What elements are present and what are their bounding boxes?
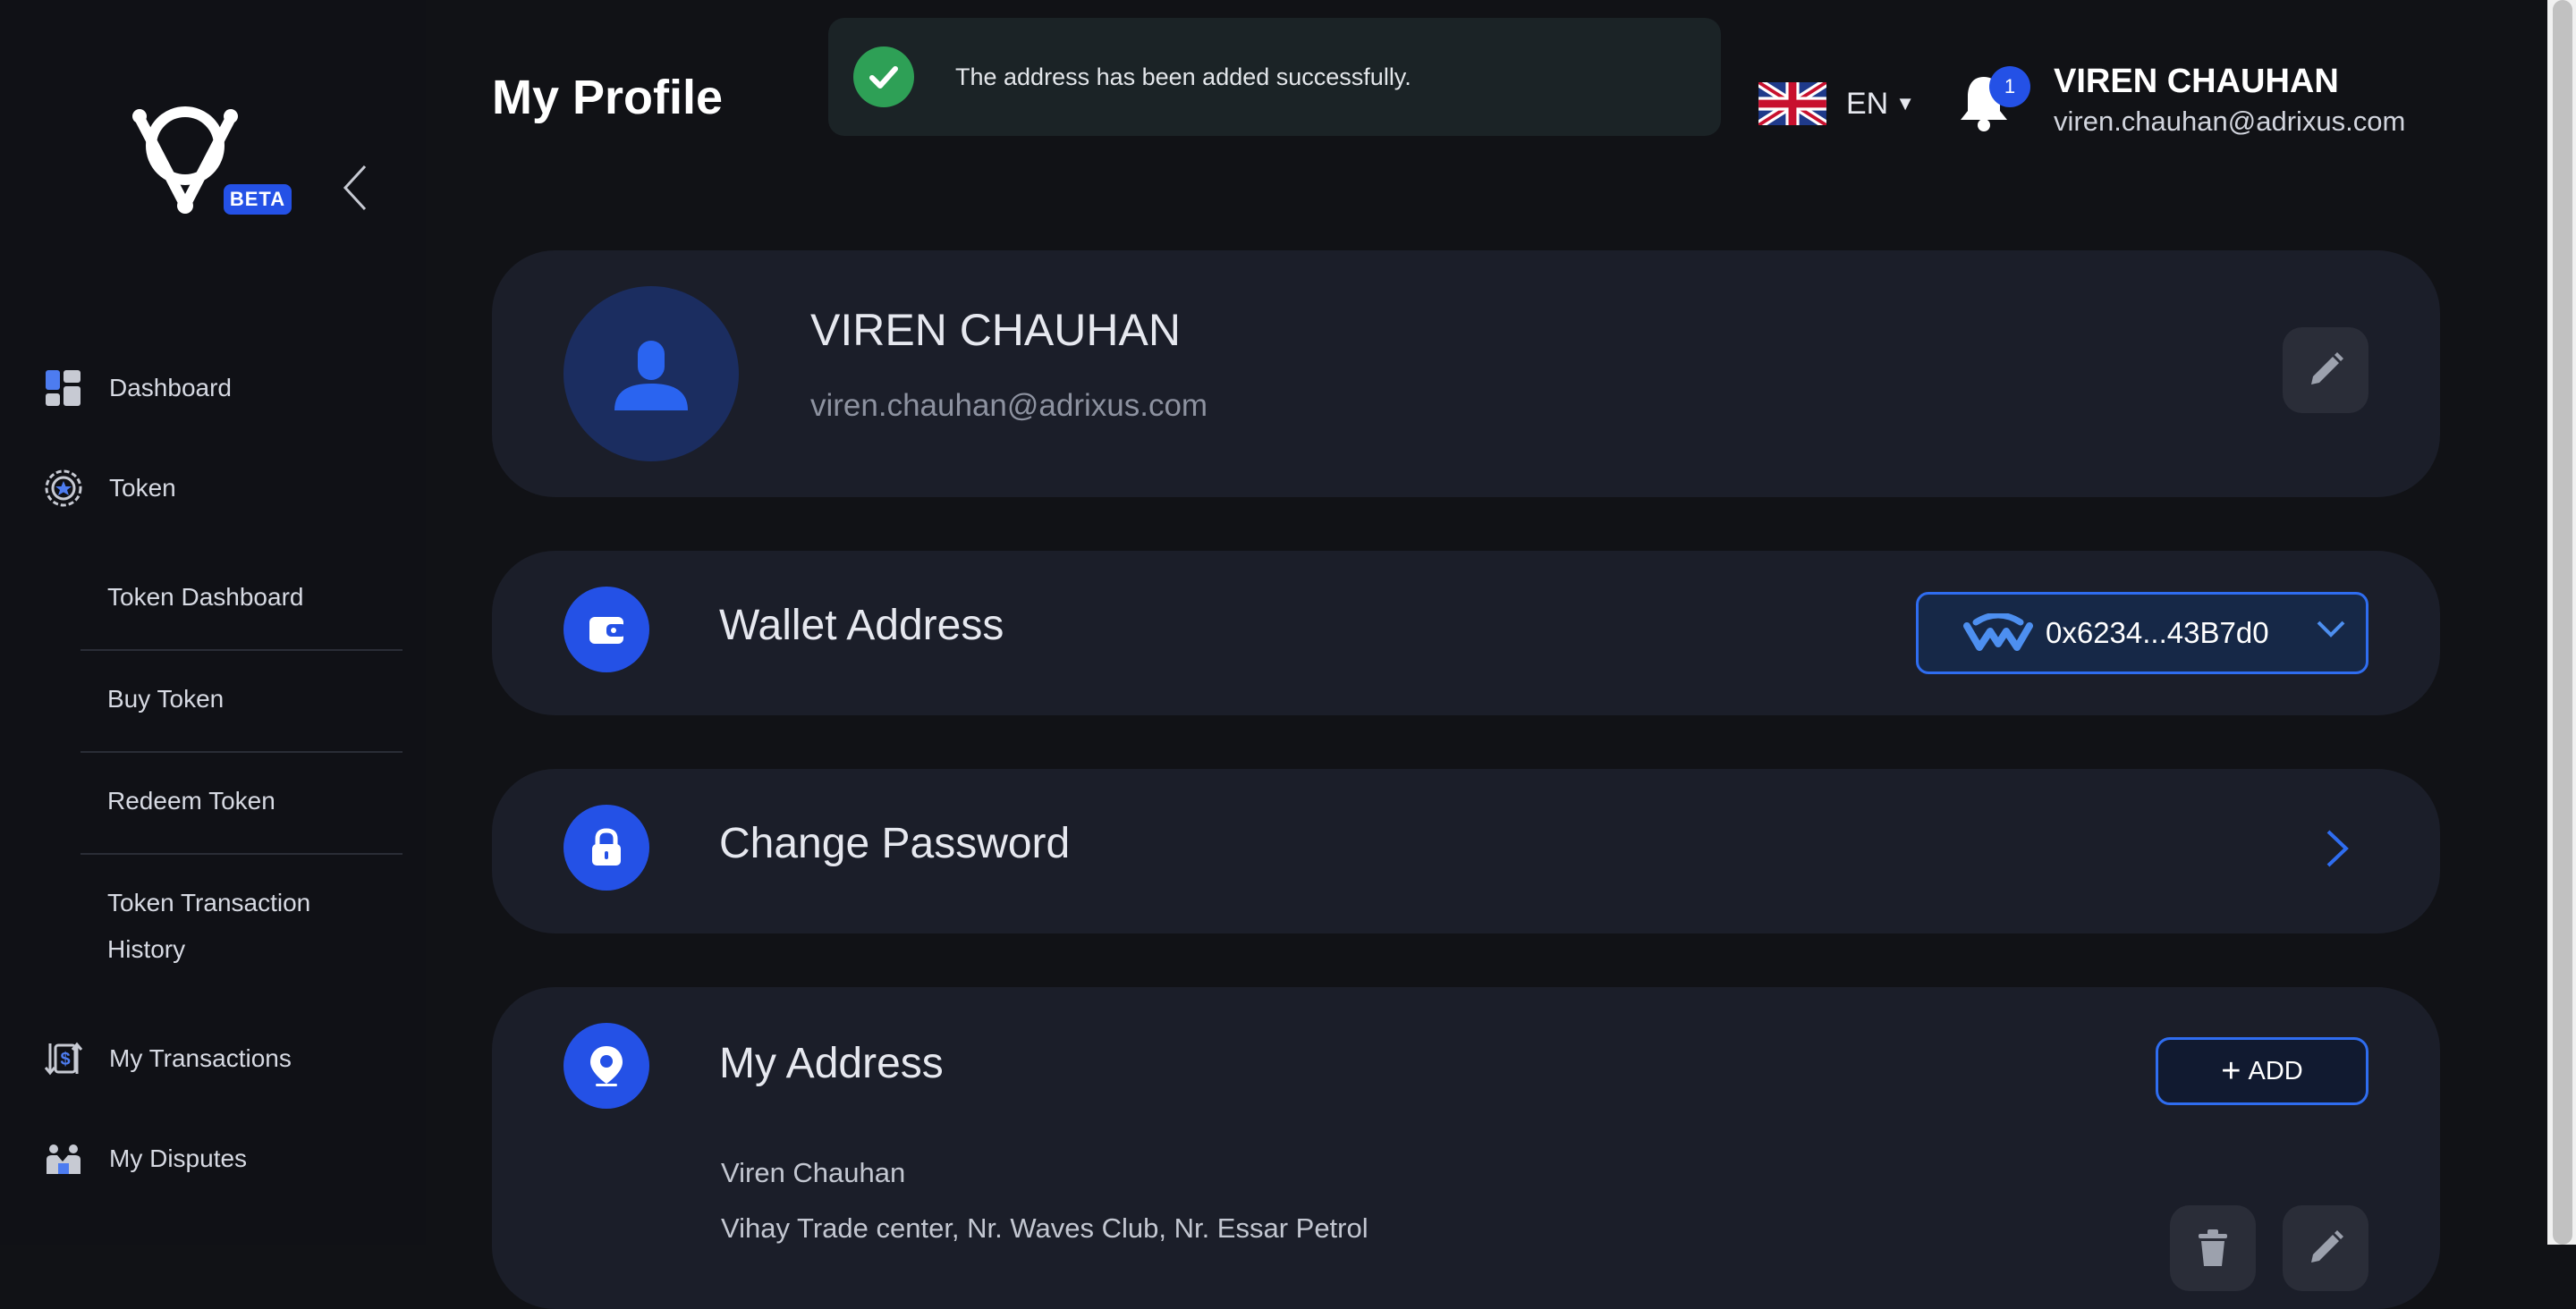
transactions-icon: $ [43, 1038, 84, 1079]
check-icon [853, 46, 914, 107]
sidebar-item-label: My Disputes [109, 1144, 248, 1172]
address-line: Vihay Trade center, Nr. Waves Club, Nr. … [721, 1212, 1368, 1244]
delete-address-button[interactable] [2170, 1205, 2256, 1291]
app-logo[interactable]: BETA [127, 106, 297, 222]
pencil-icon [2311, 352, 2343, 384]
beta-badge: BETA [224, 184, 292, 215]
add-address-button[interactable]: + ADD [2156, 1037, 2368, 1105]
sidebar: BETA Dashboard Token Token Dashboard Buy… [0, 0, 426, 1245]
token-icon [43, 468, 84, 509]
edit-address-button[interactable] [2283, 1205, 2368, 1291]
profile-email: viren.chauhan@adrixus.com [810, 388, 1208, 423]
notification-count-badge: 1 [1989, 66, 2030, 107]
sidebar-item-label: Token [109, 474, 176, 502]
divider [80, 649, 402, 651]
pencil-icon [2311, 1230, 2343, 1263]
toast-message: The address has been added successfully. [955, 63, 1411, 90]
chevron-left-icon [343, 165, 367, 211]
header-user-name[interactable]: VIREN CHAUHAN [2054, 63, 2339, 101]
profile-name: VIREN CHAUHAN [810, 305, 1181, 355]
sidebar-item-label: My Transactions [109, 1044, 292, 1072]
divider [80, 751, 402, 753]
sidebar-item-dashboard[interactable]: Dashboard [43, 361, 232, 415]
wallet-address-value: 0x6234...43B7d0 [2046, 616, 2269, 649]
divider [80, 853, 402, 855]
profile-card: VIREN CHAUHAN viren.chauhan@adrixus.com [492, 250, 2440, 497]
change-password-card[interactable]: Change Password [492, 769, 2440, 933]
success-toast: The address has been added successfully. [828, 18, 1721, 136]
scrollbar[interactable] [2547, 0, 2576, 1245]
walletconnect-icon [1963, 613, 2033, 651]
user-icon [614, 341, 688, 410]
disputes-icon [43, 1138, 84, 1179]
lock-icon [564, 805, 649, 891]
sidebar-item-token[interactable]: Token [43, 461, 176, 515]
wallet-address-card: Wallet Address 0x6234...43B7d0 [492, 551, 2440, 715]
sidebar-item-my-transactions[interactable]: $ My Transactions [43, 1032, 292, 1085]
language-label: EN [1846, 86, 1889, 121]
location-pin-icon [564, 1023, 649, 1109]
chevron-right-icon [2326, 830, 2349, 867]
page-title: My Profile [492, 71, 724, 124]
add-address-label: ADD [2248, 1056, 2303, 1085]
my-address-card: My Address + ADD Viren Chauhan Vihay Tra… [492, 987, 2440, 1309]
language-selector[interactable]: EN ▼ [1758, 82, 1915, 125]
plus-icon: + [2221, 1052, 2241, 1090]
dashboard-icon [43, 367, 84, 409]
edit-profile-button[interactable] [2283, 327, 2368, 413]
wallet-icon [564, 587, 649, 672]
uk-flag-icon [1758, 82, 1826, 125]
change-password-title: Change Password [719, 820, 1071, 867]
my-address-title: My Address [719, 1040, 944, 1087]
sidebar-subitem-buy-token[interactable]: Buy Token [107, 676, 340, 722]
caret-down-icon: ▼ [1895, 92, 1916, 114]
avatar [564, 286, 739, 461]
trash-icon [2199, 1229, 2227, 1266]
sidebar-item-my-disputes[interactable]: My Disputes [43, 1132, 247, 1186]
collapse-sidebar-button[interactable] [340, 163, 372, 213]
address-name: Viren Chauhan [721, 1157, 906, 1188]
sidebar-subitem-token-transaction-history[interactable]: Token Transaction History [107, 880, 340, 973]
svg-text:$: $ [60, 1050, 70, 1069]
wallet-address-title: Wallet Address [719, 602, 1004, 649]
sidebar-subitem-token-dashboard[interactable]: Token Dashboard [107, 574, 340, 621]
wallet-address-select[interactable]: 0x6234...43B7d0 [1916, 592, 2368, 674]
sidebar-subitem-redeem-token[interactable]: Redeem Token [107, 778, 340, 824]
sidebar-item-label: Dashboard [109, 374, 232, 401]
header-user-email: viren.chauhan@adrixus.com [2054, 106, 2406, 137]
chevron-down-icon [2317, 621, 2345, 638]
scrollbar-thumb[interactable] [2553, 0, 2572, 1245]
